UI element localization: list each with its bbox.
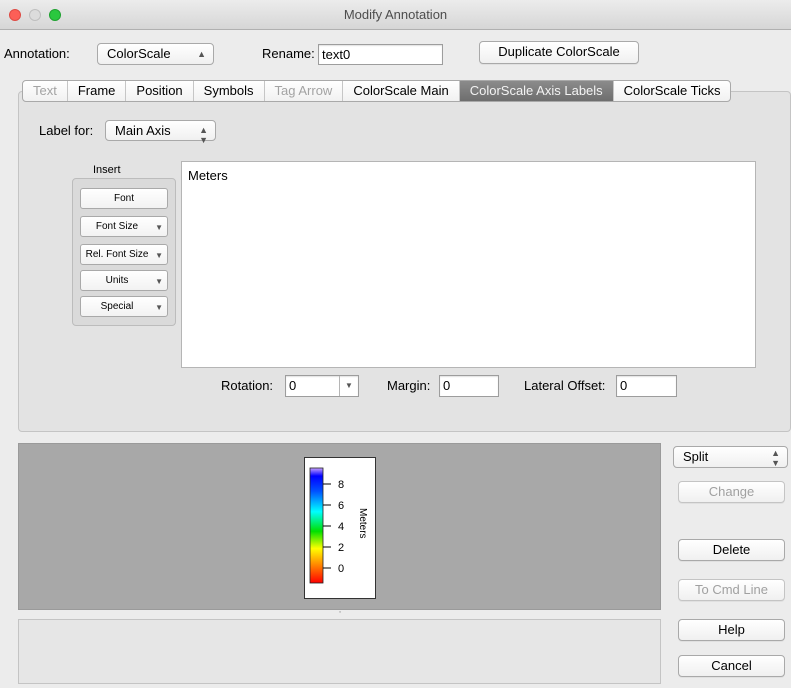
to-cmd-line-button[interactable]: To Cmd Line <box>678 579 785 601</box>
rotation-label: Rotation: <box>221 378 274 393</box>
cancel-button[interactable]: Cancel <box>678 655 785 677</box>
split-select-value: Split <box>683 449 709 464</box>
insert-rel-font-size-menu[interactable]: Rel. Font Size ▼ <box>80 244 168 265</box>
command-preview-panel <box>18 619 661 684</box>
insert-rel-font-size-label: Rel. Font Size <box>85 249 149 260</box>
tab-bar: Text Frame Position Symbols Tag Arrow Co… <box>22 80 732 102</box>
insert-special-menu[interactable]: Special ▼ <box>80 296 168 317</box>
rotation-value: 0 <box>289 378 297 393</box>
insert-group: Font Font Size ▼ Rel. Font Size ▼ Units … <box>72 178 176 326</box>
insert-group-title: Insert <box>93 164 121 176</box>
axis-label: Meters <box>357 508 368 539</box>
title-bar: Modify Annotation <box>0 0 791 30</box>
tick-label: 6 <box>338 500 344 512</box>
chevron-down-icon: ▼ <box>155 303 163 312</box>
rotation-combo[interactable]: 0 ▼ <box>285 375 359 397</box>
updown-arrows-icon: ▲ <box>197 49 206 59</box>
rename-label: Rename: <box>262 46 315 61</box>
insert-font-button[interactable]: Font <box>80 188 168 209</box>
insert-font-size-label: Font Size <box>95 221 139 232</box>
updown-arrows-icon: ▲ ▼ <box>771 448 780 468</box>
colorscale-svg: 8 6 4 2 0 Meters <box>309 467 368 584</box>
tab-tag-arrow[interactable]: Tag Arrow <box>265 81 344 101</box>
window-title: Modify Annotation <box>343 7 448 22</box>
label-for-select-value: Main Axis <box>115 123 171 138</box>
duplicate-colorscale-button[interactable]: Duplicate ColorScale <box>479 41 639 64</box>
tab-colorscale-axis-labels[interactable]: ColorScale Axis Labels <box>459 81 614 101</box>
tick-label: 0 <box>338 563 344 575</box>
chevron-down-icon: ▼ <box>155 277 163 286</box>
tick-label: 4 <box>338 521 344 533</box>
splitter-handle[interactable]: ◦ <box>336 609 344 616</box>
tick-label: 2 <box>338 542 344 554</box>
delete-button[interactable]: Delete <box>678 539 785 561</box>
annotation-preview: 8 6 4 2 0 Meters <box>18 443 661 610</box>
insert-units-label: Units <box>105 275 129 286</box>
chevron-down-icon[interactable]: ▼ <box>339 376 358 396</box>
tab-symbols[interactable]: Symbols <box>194 81 265 101</box>
insert-font-label: Font <box>113 193 134 204</box>
annotation-select-value: ColorScale <box>107 46 171 61</box>
colorscale-bar <box>309 467 324 584</box>
rename-input[interactable]: text0 <box>318 44 443 65</box>
lateral-offset-input[interactable]: 0 <box>616 375 677 397</box>
tab-colorscale-ticks[interactable]: ColorScale Ticks <box>614 81 731 101</box>
label-for-select[interactable]: Main Axis ▲ ▼ <box>105 120 216 145</box>
updown-arrows-icon: ▲ ▼ <box>199 125 208 145</box>
insert-special-label: Special <box>100 301 134 312</box>
insert-font-size-menu[interactable]: Font Size ▼ <box>80 216 168 237</box>
tick-label: 8 <box>338 479 344 491</box>
tab-position[interactable]: Position <box>126 81 194 101</box>
annotation-select[interactable]: ColorScale ▲ <box>97 43 214 65</box>
lateral-offset-label: Lateral Offset: <box>524 378 606 393</box>
change-button[interactable]: Change <box>678 481 785 503</box>
insert-units-menu[interactable]: Units ▼ <box>80 270 168 291</box>
label-text-area[interactable]: Meters <box>181 161 756 368</box>
tab-frame[interactable]: Frame <box>68 81 127 101</box>
tab-text[interactable]: Text <box>23 81 68 101</box>
chevron-down-icon: ▼ <box>155 251 163 260</box>
margin-input[interactable]: 0 <box>439 375 499 397</box>
colorscale-preview: 8 6 4 2 0 Meters <box>304 457 376 599</box>
margin-label: Margin: <box>387 378 431 393</box>
chevron-down-icon: ▼ <box>155 223 163 232</box>
tab-colorscale-main[interactable]: ColorScale Main <box>343 81 460 101</box>
annotation-label: Annotation: <box>4 46 70 61</box>
split-select[interactable]: Split ▲ ▼ <box>673 446 788 468</box>
label-for-label: Label for: <box>39 123 94 138</box>
help-button[interactable]: Help <box>678 619 785 641</box>
